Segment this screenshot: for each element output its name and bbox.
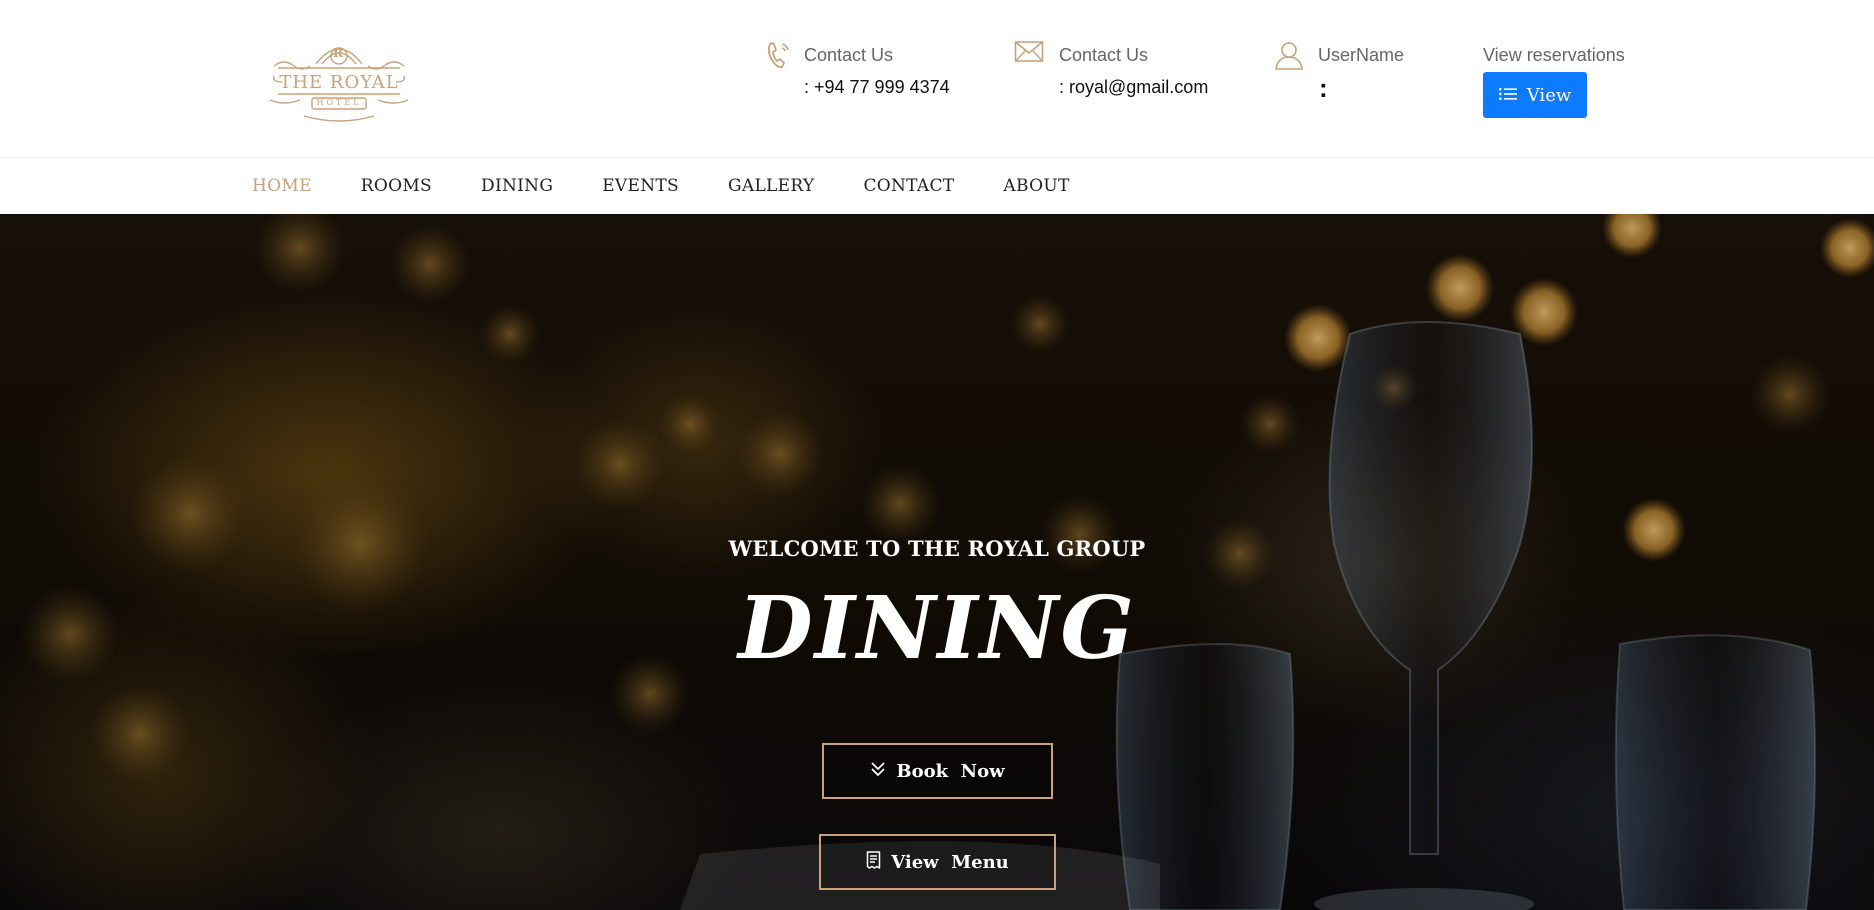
nav-item-home[interactable]: HOME: [252, 176, 312, 196]
logo-subtitle: HOTEL: [316, 98, 362, 107]
phone-number[interactable]: : +94 77 999 4374: [804, 77, 950, 98]
hero-banner: WELCOME TO THE ROYAL GROUP DINING Book N…: [0, 214, 1874, 910]
double-chevron-down-icon: [870, 761, 886, 782]
book-now-label: Book Now: [896, 760, 1005, 782]
nav-item-dining[interactable]: DINING: [481, 176, 553, 196]
logo-title: THE ROYAL: [279, 72, 399, 93]
hero-overlay: [0, 214, 1874, 910]
view-reservations-button[interactable]: View: [1483, 72, 1587, 118]
phone-contact-title: Contact Us: [804, 45, 894, 65]
username-label: UserName: [1318, 45, 1405, 65]
book-now-button[interactable]: Book Now: [822, 743, 1053, 799]
hero-subtitle: WELCOME TO THE ROYAL GROUP: [728, 536, 1146, 561]
nav-item-rooms[interactable]: ROOMS: [361, 176, 432, 196]
receipt-icon: [866, 850, 881, 874]
hero-title: DINING: [738, 578, 1136, 679]
logo-monogram: R: [333, 46, 343, 60]
nav-item-about[interactable]: ABOUT: [1003, 176, 1069, 196]
view-menu-label: View Menu: [891, 851, 1009, 873]
view-menu-button[interactable]: View Menu: [819, 834, 1056, 890]
user-icon: [1274, 40, 1304, 75]
phone-icon: [766, 40, 792, 75]
nav-item-events[interactable]: EVENTS: [602, 176, 679, 196]
main-navbar: HOME ROOMS DINING EVENTS GALLERY CONTACT…: [0, 158, 1874, 214]
email-address[interactable]: : royal@gmail.com: [1059, 77, 1208, 98]
reservations-label: View reservations: [1483, 45, 1625, 65]
email-contact-title: Contact Us: [1059, 45, 1149, 65]
hotel-logo[interactable]: R THE ROYAL HOTEL: [264, 36, 414, 122]
username-value: :: [1319, 73, 1328, 103]
nav-menu: HOME ROOMS DINING EVENTS GALLERY CONTACT…: [252, 158, 1070, 214]
list-icon: [1498, 85, 1517, 106]
view-button-label: View: [1526, 84, 1572, 106]
nav-item-contact[interactable]: CONTACT: [863, 176, 954, 196]
top-header: R THE ROYAL HOTEL Contact Us : +94 77 99…: [0, 0, 1874, 158]
nav-item-gallery[interactable]: GALLERY: [728, 176, 814, 196]
mail-icon: [1014, 40, 1044, 69]
